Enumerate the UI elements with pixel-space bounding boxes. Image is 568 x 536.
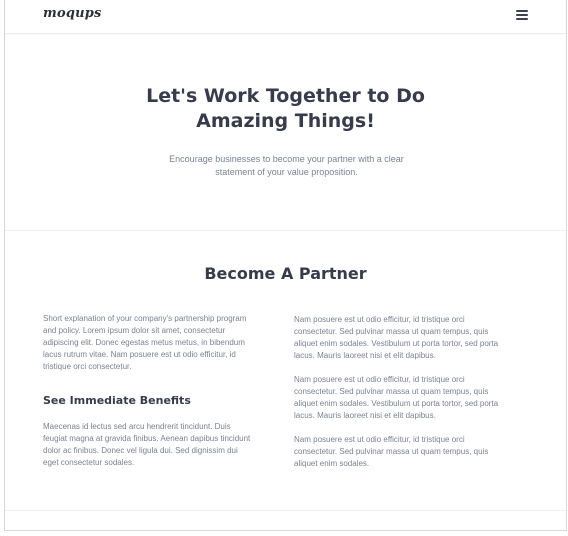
right-paragraph-2: Nam posuere est ut odio efficitur, id tr…: [294, 375, 499, 420]
partner-right-column: Nam posuere est ut odio efficitur, id tr…: [294, 314, 509, 470]
menu-icon-bar: [516, 10, 528, 12]
top-navigation-bar: moqups: [5, 0, 566, 34]
benefits-heading: See Immediate Benefits: [43, 394, 191, 407]
partner-left-column: Short explanation of your company's part…: [43, 313, 253, 469]
hamburger-menu-icon[interactable]: [516, 10, 528, 20]
hero-title-line-2: Amazing Things!: [196, 110, 375, 132]
right-paragraph-1: Nam posuere est ut odio efficitur, id tr…: [294, 315, 499, 360]
benefits-text: Maecenas id lectus sed arcu hendrerit ti…: [43, 422, 251, 467]
hero-title-line-1: Let's Work Together to Do: [146, 85, 425, 107]
right-paragraph-3: Nam posuere est ut odio efficitur, id tr…: [294, 435, 489, 468]
moqups-logo[interactable]: moqups: [43, 6, 102, 21]
menu-icon-bar: [516, 14, 528, 16]
menu-icon-bar: [516, 18, 528, 20]
partnership-intro-text: Short explanation of your company's part…: [43, 314, 247, 371]
page-frame: moqups Let's Work Together to Do Amazing…: [4, 0, 567, 531]
hero-title: Let's Work Together to Do Amazing Things…: [5, 84, 566, 134]
hero-section: Let's Work Together to Do Amazing Things…: [5, 34, 566, 231]
section-divider: [5, 510, 566, 511]
hero-subtitle: Encourage businesses to become your part…: [169, 154, 404, 177]
partner-section-title: Become A Partner: [204, 264, 367, 283]
